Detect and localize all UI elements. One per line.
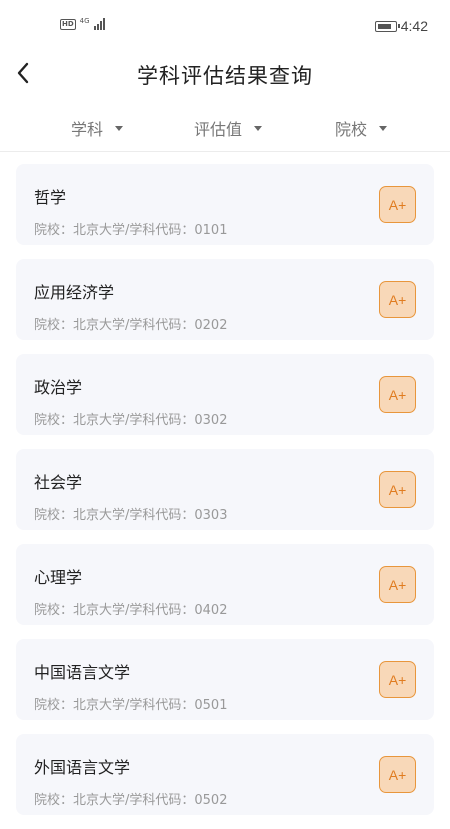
filter-label: 评估值 xyxy=(194,120,243,139)
subject-name: 哲学 xyxy=(34,188,67,207)
subject-meta: 院校：北京大学/学科代码：0502 xyxy=(34,793,228,808)
subject-name: 外国语言文学 xyxy=(34,758,131,777)
result-card[interactable]: 外国语言文学 院校：北京大学/学科代码：0502 A+ xyxy=(16,734,434,815)
hd-badge: HD xyxy=(60,18,76,30)
subject-meta: 院校：北京大学/学科代码：0501 xyxy=(34,698,228,713)
subject-name: 政治学 xyxy=(34,378,83,397)
grade-badge: A+ xyxy=(379,186,416,223)
subject-meta: 院校：北京大学/学科代码：0101 xyxy=(34,223,228,238)
signal-icon xyxy=(93,18,105,30)
result-card[interactable]: 中国语言文学 院校：北京大学/学科代码：0501 A+ xyxy=(16,639,434,720)
battery-level xyxy=(377,23,391,29)
network-type: 4G xyxy=(79,17,90,25)
result-card[interactable]: 哲学 院校：北京大学/学科代码：0101 A+ xyxy=(16,164,434,245)
subject-meta: 院校：北京大学/学科代码：0202 xyxy=(34,318,228,333)
subject-name: 社会学 xyxy=(34,473,83,492)
filter-subject[interactable]: 学科 xyxy=(71,116,124,140)
grade-badge: A+ xyxy=(379,566,416,603)
grade-badge: A+ xyxy=(379,471,416,508)
result-list: 哲学 院校：北京大学/学科代码：0101 A+ 应用经济学 院校：北京大学/学科… xyxy=(16,164,434,829)
filter-label: 学科 xyxy=(71,120,104,139)
divider xyxy=(0,151,450,152)
battery-icon xyxy=(374,20,400,32)
result-card[interactable]: 政治学 院校：北京大学/学科代码：0302 A+ xyxy=(16,354,434,435)
network-indicators: HD 4G xyxy=(60,17,105,30)
grade-badge: A+ xyxy=(379,756,416,793)
subject-name: 中国语言文学 xyxy=(34,663,131,682)
system-indicators: 4:42 xyxy=(374,18,428,34)
filter-university[interactable]: 院校 xyxy=(335,116,388,140)
caret-down-icon xyxy=(115,125,124,131)
filter-label: 院校 xyxy=(335,120,368,139)
result-card[interactable]: 应用经济学 院校：北京大学/学科代码：0202 A+ xyxy=(16,259,434,340)
clock: 4:42 xyxy=(400,18,428,34)
status-bar: HD 4G 4:42 xyxy=(0,0,450,52)
subject-meta: 院校：北京大学/学科代码：0402 xyxy=(34,603,228,618)
subject-meta: 院校：北京大学/学科代码：0302 xyxy=(34,413,228,428)
result-card[interactable]: 心理学 院校：北京大学/学科代码：0402 A+ xyxy=(16,544,434,625)
subject-name: 心理学 xyxy=(34,568,83,587)
caret-down-icon xyxy=(379,125,388,131)
subject-name: 应用经济学 xyxy=(34,283,115,302)
caret-down-icon xyxy=(254,125,263,131)
page-title: 学科评估结果查询 xyxy=(137,64,313,88)
filter-bar: 学科 评估值 院校 xyxy=(0,108,450,148)
grade-badge: A+ xyxy=(379,661,416,698)
subject-meta: 院校：北京大学/学科代码：0303 xyxy=(34,508,228,523)
grade-badge: A+ xyxy=(379,281,416,318)
app-header: 学科评估结果查询 xyxy=(0,52,450,96)
grade-badge: A+ xyxy=(379,376,416,413)
filter-rating[interactable]: 评估值 xyxy=(194,116,263,140)
result-card[interactable]: 社会学 院校：北京大学/学科代码：0303 A+ xyxy=(16,449,434,530)
